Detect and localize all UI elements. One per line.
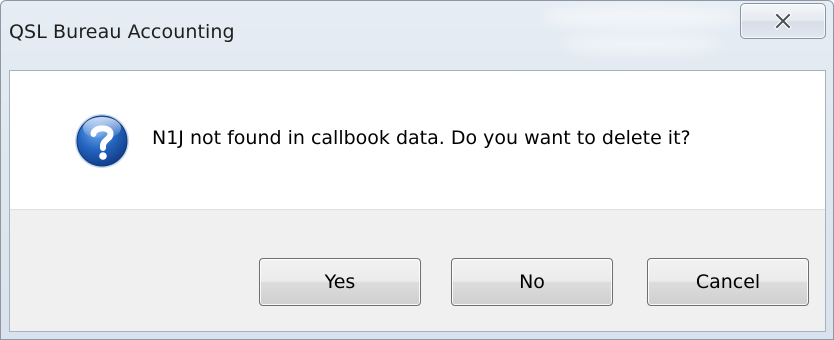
- cancel-button[interactable]: Cancel: [647, 258, 809, 306]
- dialog-client-area: N1J not found in callbook data. Do you w…: [9, 70, 826, 332]
- close-x-icon: [774, 12, 792, 30]
- window-title: QSL Bureau Accounting: [9, 21, 235, 43]
- no-button[interactable]: No: [451, 258, 613, 306]
- yes-button[interactable]: Yes: [259, 258, 421, 306]
- frame-glass-highlight-2: [561, 35, 721, 53]
- close-button[interactable]: [740, 3, 826, 39]
- message-dialog: QSL Bureau Accounting N1J not found in c…: [0, 0, 834, 340]
- button-bar: Yes No Cancel: [10, 209, 825, 331]
- message-area: N1J not found in callbook data. Do you w…: [10, 71, 825, 209]
- message-text: N1J not found in callbook data. Do you w…: [152, 127, 691, 149]
- question-icon: [75, 114, 129, 168]
- frame-glass-highlight: [541, 5, 741, 29]
